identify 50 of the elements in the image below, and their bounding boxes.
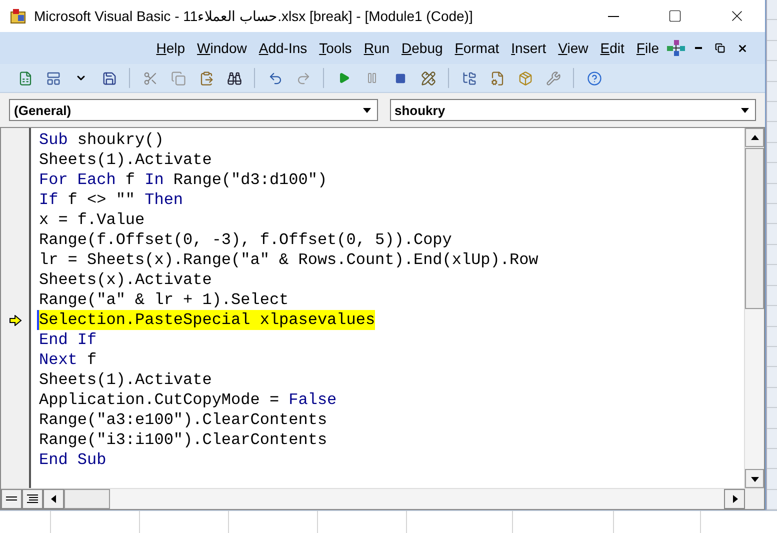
code-line: Next f [38, 350, 97, 370]
code-line: Range("a" & lr + 1).Select [38, 290, 289, 310]
lines-icon [27, 494, 38, 504]
module-icon [665, 37, 687, 59]
menu-item[interactable]: Debug [396, 38, 449, 58]
menu-item[interactable]: File [630, 38, 665, 58]
object-dropdown[interactable]: (General) [9, 99, 378, 121]
close-icon [736, 42, 748, 54]
left-arrow-icon [48, 494, 58, 504]
menu-item[interactable]: Format [448, 38, 506, 58]
scroll-right-button[interactable] [724, 489, 745, 509]
menu-item[interactable]: View [552, 38, 594, 58]
code-line: Range("i3:i100").ClearContents [38, 430, 328, 450]
minimize-icon [694, 47, 702, 49]
lines-icon [6, 496, 17, 502]
code-line: Sub shoukry() [38, 130, 164, 150]
scroll-thumb[interactable] [64, 489, 110, 509]
code-line: x = f.Value [38, 210, 145, 230]
procedure-dropdown[interactable]: shoukry [390, 99, 756, 121]
menu-item[interactable]: Edit [594, 38, 630, 58]
menu-item[interactable]: Add-Ins [252, 38, 314, 58]
code-line: If f <> "" Then [38, 190, 184, 210]
code-line: For Each f In Range("d3:d100") [38, 170, 328, 190]
caret-icon [740, 105, 750, 115]
scroll-left-button[interactable] [43, 489, 64, 509]
code-line: lr = Sheets(x).Range("a" & Rows.Count).End(xlUp).Row [38, 250, 538, 270]
menu-item[interactable]: Window [191, 38, 253, 58]
module-view-button[interactable] [22, 489, 43, 509]
menu-item[interactable]: Help [150, 38, 192, 58]
code-line: End If [38, 330, 97, 350]
code-line: Application.CutCopyMode = False [38, 390, 337, 410]
code-line: End Sub [38, 450, 106, 470]
caret-icon [362, 105, 372, 115]
scroll-up-button[interactable] [745, 128, 764, 147]
code-line: Sheets(x).Activate [38, 270, 212, 290]
scroll-down-button[interactable] [745, 469, 764, 488]
menu-item[interactable]: Run [358, 38, 396, 58]
code-line: Range(f.Offset(0, -3), f.Offset(0, 5)).Copy [38, 230, 452, 250]
code-line: Sheets(1).Activate [38, 370, 212, 390]
restore-icon [715, 43, 725, 53]
code-line: Sheets(1).Activate [38, 150, 212, 170]
code-line: Range("a3:e100").ClearContents [38, 410, 328, 430]
window-title: Microsoft Visual Basic - حساب العملاء11.xlsx [break] - [Module1 (Code)] [34, 8, 474, 24]
app-icon [8, 6, 28, 26]
menu-item[interactable]: Insert [505, 38, 552, 58]
scroll-thumb[interactable] [745, 148, 764, 309]
maximize-icon [668, 9, 682, 23]
up-arrow-icon [750, 132, 760, 142]
menu-item[interactable]: Tools [313, 38, 358, 58]
procedure-view-button[interactable] [1, 489, 22, 509]
